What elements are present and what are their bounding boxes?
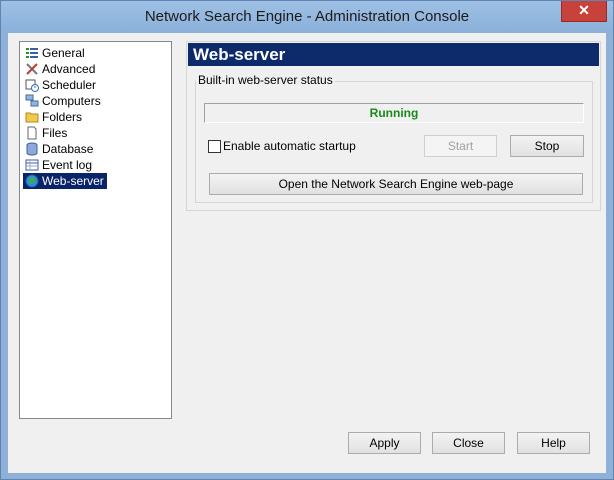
tree-item-label: Database — [42, 142, 94, 156]
tree-item-label: General — [42, 46, 85, 60]
main-window: Network Search Engine - Administration C… — [0, 0, 614, 480]
tree-item-label: Folders — [42, 110, 83, 124]
tree-item-general[interactable]: General — [23, 45, 88, 61]
tree-item-folders[interactable]: Folders — [23, 109, 85, 125]
apply-button[interactable]: Apply — [348, 432, 421, 454]
groupbox-label: Built-in web-server status — [196, 73, 335, 87]
event-log-icon — [25, 159, 39, 171]
title-bar[interactable]: Network Search Engine - Administration C… — [1, 1, 613, 33]
globe-icon — [25, 174, 39, 188]
tree-item-advanced[interactable]: Advanced — [23, 61, 98, 77]
folder-icon — [25, 112, 39, 123]
database-icon — [26, 142, 38, 156]
tree-item-web-server[interactable]: Web-server — [23, 173, 107, 189]
tree-item-scheduler[interactable]: Scheduler — [23, 77, 99, 93]
computers-icon — [25, 94, 39, 107]
stop-button[interactable]: Stop — [510, 135, 584, 157]
tree-item-label: Web-server — [42, 174, 104, 188]
tree-item-label: Scheduler — [42, 78, 97, 92]
tree-item-label: Event log — [42, 158, 93, 172]
tree-item-computers[interactable]: Computers — [23, 93, 104, 109]
file-icon — [27, 126, 37, 140]
list-icon — [26, 48, 38, 58]
window-title: Network Search Engine - Administration C… — [144, 8, 470, 25]
enable-startup-label[interactable]: Enable automatic startup — [223, 139, 356, 153]
tree-item-label: Advanced — [42, 62, 96, 76]
close-button[interactable]: Close — [432, 432, 505, 454]
panel-header: Web-server — [188, 43, 599, 66]
settings-tree: General Advanced Scheduler Computers Fol… — [19, 41, 172, 419]
open-web-page-button[interactable]: Open the Network Search Engine web-page — [209, 173, 583, 195]
server-status: Running — [204, 103, 584, 123]
window-close-button[interactable]: ✕ — [561, 1, 607, 22]
scheduler-icon — [25, 79, 39, 92]
enable-startup-checkbox[interactable] — [208, 140, 221, 153]
tree-item-label: Computers — [42, 94, 101, 108]
tree-item-event-log[interactable]: Event log — [23, 157, 95, 173]
dialog-client-area: General Advanced Scheduler Computers Fol… — [8, 33, 606, 473]
tree-item-files[interactable]: Files — [23, 125, 70, 141]
help-button[interactable]: Help — [517, 432, 590, 454]
tree-item-label: Files — [42, 126, 68, 140]
tree-item-database[interactable]: Database — [23, 141, 96, 157]
tools-icon — [26, 63, 38, 75]
start-button[interactable]: Start — [424, 135, 497, 157]
